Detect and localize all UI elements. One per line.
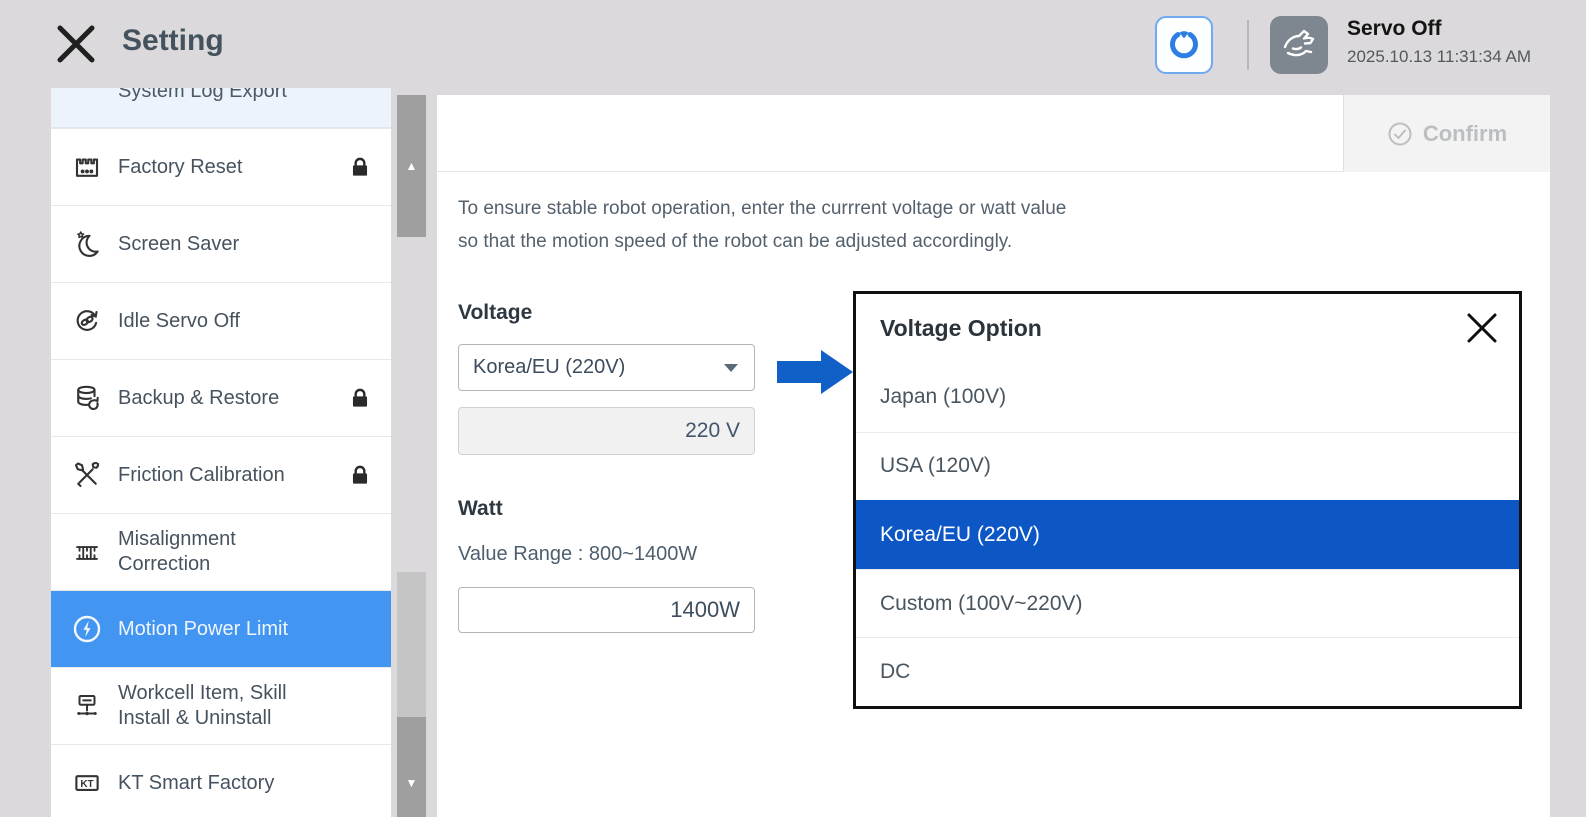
lock-icon xyxy=(347,462,373,488)
power-bolt-icon xyxy=(70,612,104,646)
voltage-label: Voltage xyxy=(458,301,532,325)
right-arrow-icon xyxy=(777,350,855,394)
page-title: Setting xyxy=(122,24,224,58)
description-text: To ensure stable robot operation, enter … xyxy=(458,192,1066,258)
close-icon xyxy=(1463,309,1501,347)
sidebar-item-label: Friction Calibration xyxy=(118,463,285,488)
popup-header: Voltage Option xyxy=(856,294,1519,363)
database-restore-icon xyxy=(70,381,104,415)
sidebar-item-misalignment-correction[interactable]: Misalignment Correction xyxy=(51,513,391,590)
servo-status-text: Servo Off xyxy=(1347,17,1531,41)
option-korea-eu-220v[interactable]: Korea/EU (220V) xyxy=(856,500,1519,569)
settings-sidebar: System Log Export Factory Reset Sc xyxy=(51,88,391,817)
confirm-button[interactable]: Confirm xyxy=(1343,95,1550,172)
description-line-2: so that the motion speed of the robot ca… xyxy=(458,225,1066,258)
tools-icon xyxy=(70,458,104,492)
chevron-down-icon xyxy=(724,364,738,372)
popup-title: Voltage Option xyxy=(880,315,1042,342)
sidebar-item-screen-saver[interactable]: Screen Saver xyxy=(51,205,391,282)
voltage-dropdown-value: Korea/EU (220V) xyxy=(473,356,625,379)
sidebar-item-label: Workcell Item, Skill Install & Uninstall xyxy=(118,681,330,731)
workcell-monitor-icon xyxy=(70,689,104,723)
close-setting-button[interactable] xyxy=(54,22,98,66)
sidebar-item-friction-calibration[interactable]: Friction Calibration xyxy=(51,436,391,513)
direct-teach-button[interactable] xyxy=(1270,16,1328,74)
sidebar-item-label: Motion Power Limit xyxy=(118,617,288,642)
header-bar: Setting Servo Off 2025.10.13 11:31:34 AM xyxy=(0,0,1586,90)
direct-teach-hand-icon xyxy=(1278,24,1320,66)
scroll-down-button[interactable]: ▼ xyxy=(397,717,426,817)
sidebar-item-label: System Log Export xyxy=(118,88,287,104)
sidebar-item-label: Idle Servo Off xyxy=(118,309,240,334)
sidebar-item-backup-restore[interactable]: Backup & Restore xyxy=(51,359,391,436)
sidebar-item-label: Screen Saver xyxy=(118,232,239,257)
panel-toolbar: Confirm xyxy=(437,95,1550,172)
sidebar-item-system-log-export[interactable]: System Log Export xyxy=(51,88,391,128)
link-refresh-icon xyxy=(70,304,104,338)
check-circle-icon xyxy=(1387,121,1413,147)
sidebar-item-label: Factory Reset xyxy=(118,155,242,180)
option-dc[interactable]: DC xyxy=(856,637,1519,706)
robot-status-block: Servo Off 2025.10.13 11:31:34 AM xyxy=(1347,17,1531,67)
ruler-scale-icon xyxy=(70,535,104,569)
popup-close-button[interactable] xyxy=(1463,309,1501,347)
pointer-arrow xyxy=(777,350,855,394)
scroll-up-button[interactable]: ▲ xyxy=(397,95,426,237)
sidebar-item-motion-power-limit[interactable]: Motion Power Limit xyxy=(51,590,391,667)
sidebar-item-kt-smart-factory[interactable]: KT KT Smart Factory xyxy=(51,744,391,817)
gripper-icon xyxy=(1164,25,1204,65)
option-custom-100v-220v[interactable]: Custom (100V~220V) xyxy=(856,569,1519,638)
watt-value-input[interactable] xyxy=(458,587,755,633)
voltage-value-display xyxy=(458,407,755,455)
sidebar-item-label: Backup & Restore xyxy=(118,386,279,411)
status-datetime: 2025.10.13 11:31:34 AM xyxy=(1347,47,1531,67)
sidebar-item-idle-servo-off[interactable]: Idle Servo Off xyxy=(51,282,391,359)
sidebar-item-workcell-skill[interactable]: Workcell Item, Skill Install & Uninstall xyxy=(51,667,391,744)
watt-range-text: Value Range : 800~1400W xyxy=(458,543,697,566)
sidebar-item-label: KT Smart Factory xyxy=(118,771,274,796)
sidebar-item-factory-reset[interactable]: Factory Reset xyxy=(51,128,391,205)
moon-star-icon xyxy=(70,227,104,261)
factory-icon xyxy=(70,150,104,184)
gripper-button[interactable] xyxy=(1155,16,1213,74)
scrollbar-thumb[interactable] xyxy=(397,572,426,717)
watt-label: Watt xyxy=(458,497,503,521)
scroll-up-icon: ▲ xyxy=(406,159,418,173)
description-line-1: To ensure stable robot operation, enter … xyxy=(458,192,1066,225)
confirm-button-label: Confirm xyxy=(1423,121,1507,147)
lock-icon xyxy=(347,385,373,411)
lock-icon xyxy=(347,154,373,180)
scroll-down-icon: ▼ xyxy=(406,776,418,790)
svg-text:KT: KT xyxy=(80,779,93,790)
kt-badge-icon: KT xyxy=(70,766,104,800)
header-divider xyxy=(1247,20,1249,70)
sidebar-scrollbar: ▲ ▼ xyxy=(397,95,426,817)
voltage-option-popup: Voltage Option Japan (100V) USA (120V) K… xyxy=(853,291,1522,709)
option-usa-120v[interactable]: USA (120V) xyxy=(856,432,1519,501)
close-icon xyxy=(54,22,98,66)
option-japan-100v[interactable]: Japan (100V) xyxy=(856,363,1519,432)
voltage-option-dropdown[interactable]: Korea/EU (220V) xyxy=(458,344,755,391)
sidebar-item-label: Misalignment Correction xyxy=(118,527,330,577)
